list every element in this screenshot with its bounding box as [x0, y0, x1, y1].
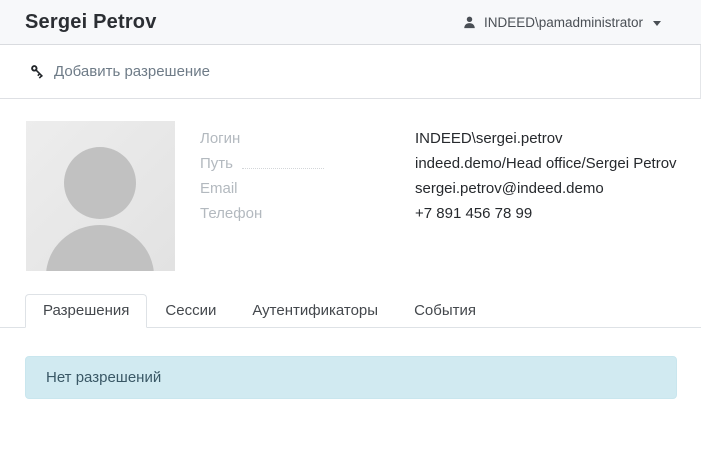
field-row-login: Логин INDEED\sergei.petrov — [200, 126, 677, 151]
avatar-placeholder — [26, 121, 175, 271]
add-permission-label: Добавить разрешение — [54, 63, 210, 80]
email-value: sergei.petrov@indeed.demo — [415, 180, 604, 197]
field-row-phone: Телефон +7 891 456 78 99 — [200, 201, 677, 226]
profile-section: Логин INDEED\sergei.petrov Путь indeed.d… — [0, 99, 701, 271]
tab-authenticators[interactable]: Аутентификаторы — [234, 294, 396, 328]
path-value: indeed.demo/Head office/Sergei Petrov — [415, 155, 677, 172]
user-menu[interactable]: INDEED\pamadministrator — [462, 15, 661, 30]
profile-fields: Логин INDEED\sergei.petrov Путь indeed.d… — [200, 121, 677, 271]
phone-label: Телефон — [200, 205, 262, 222]
login-label: Логин — [200, 130, 240, 147]
toolbar: Добавить разрешение — [0, 45, 701, 99]
tab-events[interactable]: События — [396, 294, 494, 328]
tab-sessions[interactable]: Сессии — [147, 294, 234, 328]
no-permissions-alert: Нет разрешений — [25, 356, 677, 399]
page-title: Sergei Petrov — [25, 11, 157, 34]
path-label: Путь — [200, 155, 233, 172]
email-label: Email — [200, 180, 238, 197]
tab-permissions[interactable]: Разрешения — [25, 294, 147, 328]
field-row-path: Путь indeed.demo/Head office/Sergei Petr… — [200, 151, 677, 176]
phone-value: +7 891 456 78 99 — [415, 205, 532, 222]
key-icon — [30, 64, 45, 79]
dotted-leader — [242, 158, 324, 169]
alert-message: Нет разрешений — [46, 369, 161, 386]
tab-bar: Разрешения Сессии Аутентификаторы Событи… — [0, 293, 701, 328]
caret-down-icon — [653, 21, 661, 26]
add-permission-button[interactable]: Добавить разрешение — [30, 63, 210, 80]
user-menu-label: INDEED\pamadministrator — [484, 15, 643, 30]
field-row-email: Email sergei.petrov@indeed.demo — [200, 176, 677, 201]
page-header: Sergei Petrov INDEED\pamadministrator — [0, 0, 701, 45]
login-value: INDEED\sergei.petrov — [415, 130, 563, 147]
user-icon — [462, 15, 477, 30]
